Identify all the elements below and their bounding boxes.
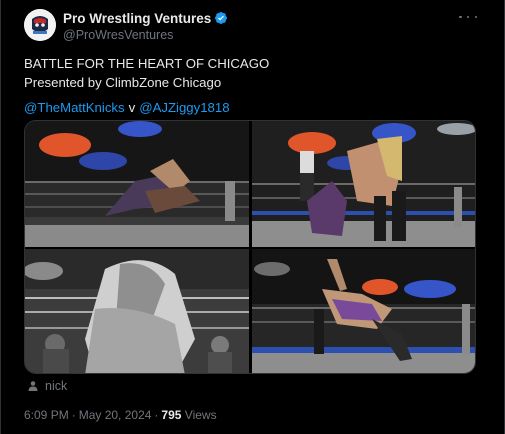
more-options-icon[interactable] [459, 11, 477, 23]
post-meta: 6:09 PM · May 20, 2024 · 795 Views [24, 408, 217, 422]
verified-badge-icon [214, 11, 228, 25]
avatar[interactable] [24, 9, 56, 41]
handle[interactable]: @ProWresVentures [63, 28, 228, 42]
mentions-line: @TheMattKnicks v @AJZiggy1818 [24, 98, 481, 117]
photo-2[interactable] [252, 121, 475, 247]
post-text: BATTLE FOR THE HEART OF CHICAGO Presente… [24, 54, 481, 117]
user-icon [27, 380, 39, 392]
photo-3[interactable] [25, 249, 249, 373]
tagged-users[interactable]: nick [27, 379, 67, 393]
display-name[interactable]: Pro Wrestling Ventures [63, 11, 211, 26]
views-count[interactable]: 795 [161, 408, 181, 422]
mention-link-second[interactable]: @AJZiggy1818 [139, 100, 229, 115]
post-date[interactable]: May 20, 2024 [79, 408, 152, 422]
versus-text: v [128, 100, 136, 115]
post-title-line: BATTLE FOR THE HEART OF CHICAGO [24, 56, 270, 71]
photo-1[interactable] [25, 121, 249, 247]
separator-dot: · [71, 408, 76, 422]
photo-4[interactable] [252, 249, 475, 373]
post-header: Pro Wrestling Ventures @ProWresVentures [24, 9, 481, 43]
media-grid [24, 120, 476, 374]
mention-link-first[interactable]: @TheMattKnicks [24, 100, 125, 115]
separator-dot: · [154, 408, 159, 422]
post-presented-line: Presented by ClimbZone Chicago [24, 75, 222, 90]
post: Pro Wrestling Ventures @ProWresVentures … [0, 0, 505, 434]
post-time[interactable]: 6:09 PM [24, 408, 69, 422]
views-label: Views [184, 408, 217, 422]
tagged-user-name[interactable]: nick [45, 379, 67, 393]
author-names: Pro Wrestling Ventures @ProWresVentures [63, 10, 228, 42]
